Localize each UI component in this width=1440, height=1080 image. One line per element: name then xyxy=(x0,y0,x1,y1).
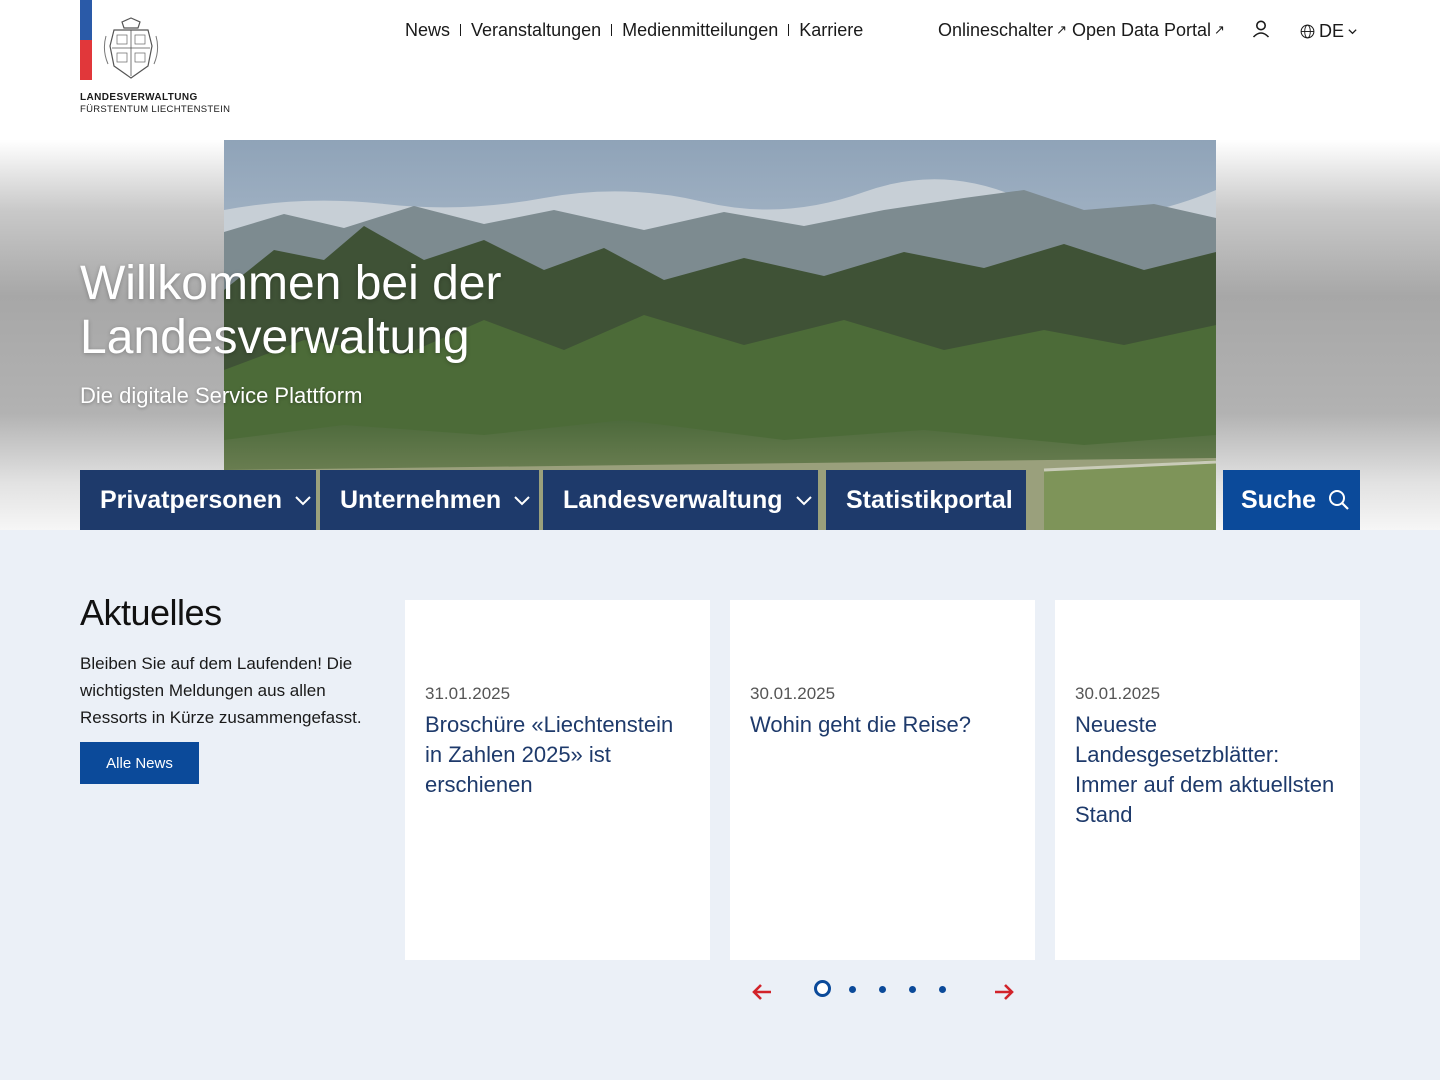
onlineschalter-link[interactable]: Onlineschalter ↗ xyxy=(938,20,1072,41)
news-heading: Aktuelles xyxy=(80,592,222,633)
hero-title-line1: Willkommen bei der xyxy=(80,257,502,310)
pagination-dot-active[interactable] xyxy=(814,980,831,997)
open-data-portal-label: Open Data Portal xyxy=(1071,19,1212,40)
mainnav-label: Unternehmen xyxy=(340,485,502,514)
search-icon xyxy=(1329,490,1349,510)
news-card-title[interactable]: Broschüre «Liechtenstein in Zahlen 2025»… xyxy=(425,710,690,800)
news-card-date: 30.01.2025 xyxy=(1075,684,1161,703)
topnav-separator xyxy=(460,24,462,36)
logo-title: LANDESVERWALTUNG xyxy=(80,92,198,103)
news-card[interactable]: 30.01.2025 Neueste Landesgesetzblätter: … xyxy=(1055,600,1360,960)
top-navigation: News Veranstaltungen Medienmitteilungen … xyxy=(405,18,863,42)
logo-subtitle: FÜRSTENTUM LIECHTENSTEIN xyxy=(80,104,231,115)
external-arrow-icon: ↗ xyxy=(1214,22,1225,37)
language-current: DE xyxy=(1319,20,1345,41)
hero-title-line2: Landesverwaltung xyxy=(80,311,470,364)
news-card[interactable]: 31.01.2025 Broschüre «Liechtenstein in Z… xyxy=(405,600,710,960)
arrow-right-icon[interactable] xyxy=(992,980,1016,1004)
chevron-down-icon xyxy=(295,496,311,506)
onlineschalter-label: Onlineschalter xyxy=(938,19,1054,40)
chevron-down-icon xyxy=(795,496,812,506)
mainnav-label: Statistikportal xyxy=(846,485,1013,514)
globe-icon xyxy=(1300,24,1315,38)
topnav-separator xyxy=(611,24,613,36)
mainnav-label: Privatpersonen xyxy=(100,485,283,514)
language-selector[interactable]: DE xyxy=(1300,19,1358,43)
all-news-button[interactable]: Alle News xyxy=(80,742,199,784)
site-header: LANDESVERWALTUNG FÜRSTENTUM LIECHTENSTEI… xyxy=(0,0,1440,140)
news-intro: Bleiben Sie auf dem Laufenden! Die wicht… xyxy=(80,654,362,727)
mainnav-statistikportal[interactable]: Statistikportal xyxy=(826,470,1026,530)
topnav-karriere[interactable]: Karriere xyxy=(799,20,863,41)
search-button[interactable]: Suche xyxy=(1223,470,1360,530)
pagination-dot[interactable] xyxy=(849,986,856,993)
chevron-down-icon xyxy=(1348,28,1357,34)
news-card-date: 31.01.2025 xyxy=(425,684,511,703)
news-card-title[interactable]: Neueste Landesgesetzblätter: Immer auf d… xyxy=(1075,710,1340,830)
external-arrow-icon: ↗ xyxy=(1056,22,1067,37)
site-logo[interactable]: LANDESVERWALTUNG FÜRSTENTUM LIECHTENSTEI… xyxy=(80,0,250,120)
logo-flag xyxy=(80,0,92,80)
mainnav-landesverwaltung[interactable]: Landesverwaltung xyxy=(543,470,818,530)
search-label: Suche xyxy=(1241,485,1317,514)
topnav-veranstaltungen[interactable]: Veranstaltungen xyxy=(471,20,601,41)
mainnav-privatpersonen[interactable]: Privatpersonen xyxy=(80,470,316,530)
news-section: Aktuelles Bleiben Sie auf dem Laufenden!… xyxy=(0,530,1440,1080)
hero-subtitle: Die digitale Service Plattform xyxy=(80,383,363,408)
open-data-portal-link[interactable]: Open Data Portal ↗ xyxy=(1072,20,1230,41)
chevron-down-icon xyxy=(514,496,530,506)
pagination-dot[interactable] xyxy=(939,986,946,993)
pagination-dot[interactable] xyxy=(909,986,916,993)
news-card-date: 30.01.2025 xyxy=(750,684,836,703)
external-links: Onlineschalter ↗ Open Data Portal ↗ xyxy=(938,18,1230,42)
mainnav-label: Landesverwaltung xyxy=(563,485,783,514)
coat-of-arms-icon xyxy=(103,17,159,79)
mainnav-unternehmen[interactable]: Unternehmen xyxy=(320,470,539,530)
news-card-title[interactable]: Wohin geht die Reise? xyxy=(750,710,1015,740)
pagination-dot[interactable] xyxy=(879,986,886,993)
topnav-news[interactable]: News xyxy=(405,20,450,41)
arrow-left-icon[interactable] xyxy=(750,980,774,1004)
news-card[interactable]: 30.01.2025 Wohin geht die Reise? xyxy=(730,600,1035,960)
hero-title: Willkommen bei der Landesverwaltung xyxy=(80,257,501,365)
topnav-separator xyxy=(788,24,790,36)
user-icon[interactable] xyxy=(1251,19,1271,39)
topnav-medienmitteilungen[interactable]: Medienmitteilungen xyxy=(622,20,778,41)
hero-banner: Willkommen bei der Landesverwaltung Die … xyxy=(0,140,1440,530)
